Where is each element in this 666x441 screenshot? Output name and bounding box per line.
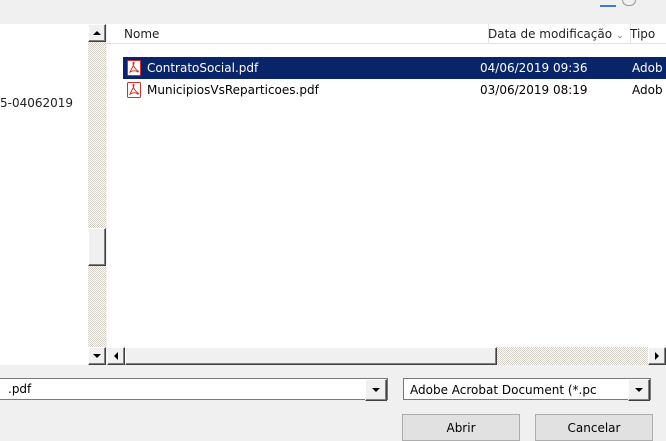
filename-dropdown-button[interactable] — [365, 379, 387, 401]
arrow-down-icon — [93, 354, 101, 358]
nav-scroll-thumb[interactable] — [88, 228, 106, 266]
cancel-button[interactable]: Cancelar — [535, 414, 653, 441]
file-type: Adob — [632, 61, 663, 75]
filetype-dropdown-button[interactable] — [628, 379, 650, 401]
arrow-right-icon — [655, 352, 659, 360]
pdf-file-icon — [127, 60, 141, 76]
file-date: 04/06/2019 09:36 — [480, 61, 588, 75]
filetype-selected-value: Adobe Acrobat Document (*.pc — [410, 383, 597, 397]
file-name: ContratoSocial.pdf — [147, 61, 259, 75]
arrow-left-icon — [114, 352, 118, 360]
cancel-button-label: Cancelar — [567, 420, 621, 435]
minimize-icon — [600, 0, 616, 7]
open-button[interactable]: Abrir — [402, 414, 520, 441]
file-row-contratosocial[interactable]: ContratoSocial.pdf 04/06/2019 09:36 Adob — [123, 57, 666, 79]
scroll-right-button[interactable] — [648, 347, 666, 365]
open-button-label: Abrir — [446, 420, 476, 435]
file-row-municipios[interactable]: MunicipiosVsReparticoes.pdf 03/06/2019 0… — [123, 79, 666, 101]
file-date: 03/06/2019 08:19 — [480, 83, 588, 97]
chevron-down-icon — [372, 388, 380, 392]
column-header-date-label: Data de modificação — [488, 27, 613, 41]
filetype-select[interactable]: Adobe Acrobat Document (*.pc — [403, 378, 651, 401]
nav-scroll-up-button[interactable] — [88, 24, 106, 42]
file-type: Adob — [632, 83, 663, 97]
nav-scroll-down-button[interactable] — [88, 347, 106, 365]
column-header-type-label: Tipo — [630, 27, 656, 41]
column-header-date[interactable]: Data de modificação ⌄ — [481, 24, 631, 44]
column-header-name[interactable]: Nome — [117, 24, 489, 44]
file-list[interactable]: Nome Data de modificação ⌄ Tipo ContratoS… — [107, 24, 666, 347]
nav-folder-item[interactable]: 5-04062019 — [0, 96, 100, 114]
title-bar-controls — [600, 0, 666, 7]
scroll-left-button[interactable] — [107, 347, 125, 365]
pdf-file-icon — [127, 82, 141, 98]
column-header-name-label: Nome — [124, 27, 160, 41]
filename-input[interactable] — [0, 379, 366, 399]
help-icon — [622, 0, 636, 6]
column-header-row: Nome Data de modificação ⌄ Tipo — [107, 24, 666, 44]
file-name: MunicipiosVsReparticoes.pdf — [147, 83, 319, 97]
chevron-down-icon — [635, 388, 643, 392]
arrow-up-icon — [93, 31, 101, 35]
nav-vertical-scrollbar[interactable] — [88, 24, 106, 365]
window-top-strip — [0, 0, 666, 8]
filename-combobox[interactable] — [0, 378, 388, 401]
column-header-type[interactable]: Tipo — [623, 24, 666, 44]
horizontal-scroll-thumb[interactable] — [125, 347, 497, 365]
